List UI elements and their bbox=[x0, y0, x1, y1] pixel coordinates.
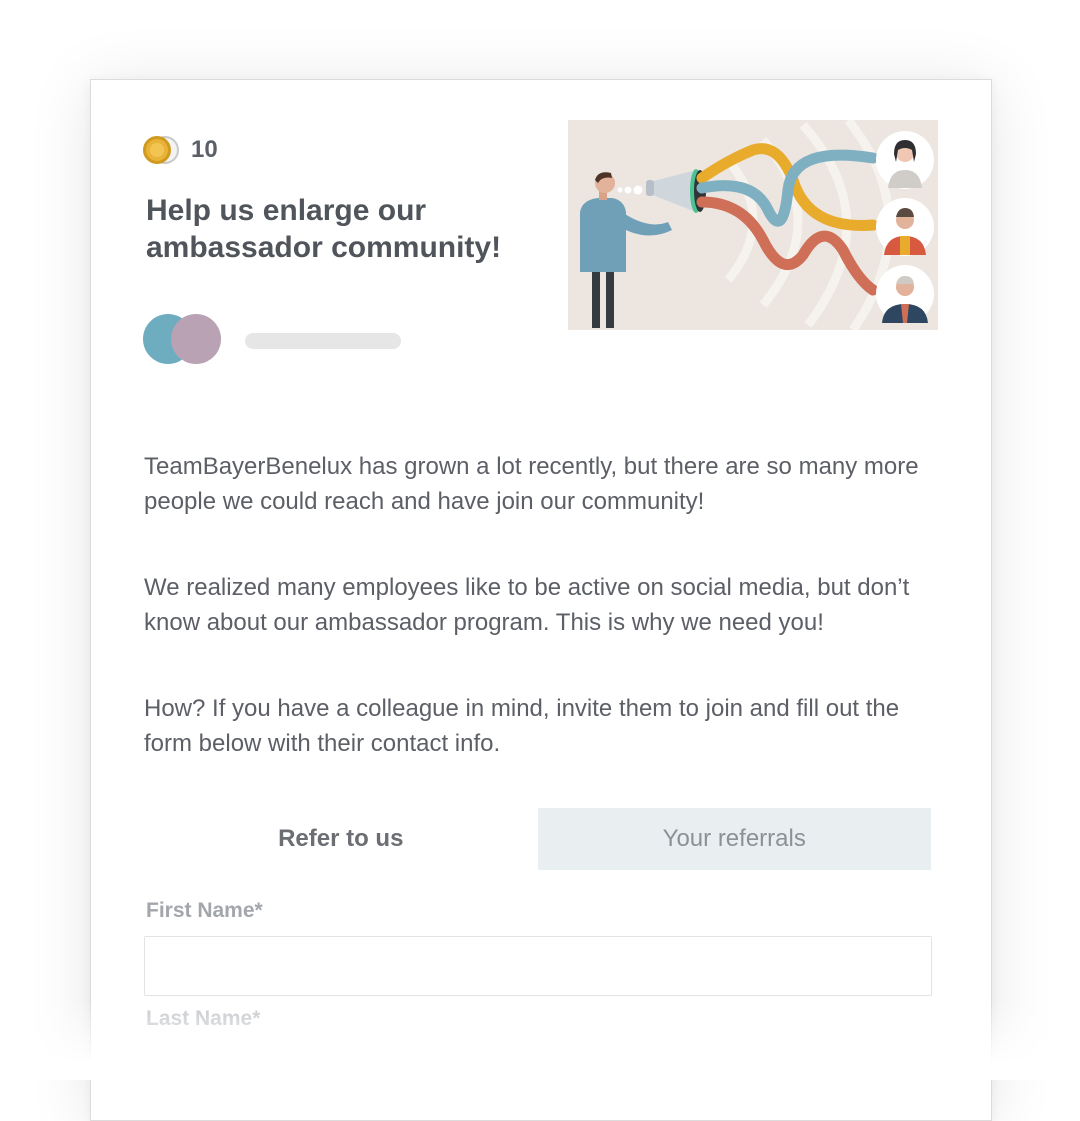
first-name-label: First Name* bbox=[146, 899, 263, 922]
points-indicator: 10 bbox=[143, 134, 218, 166]
loading-placeholder bbox=[245, 333, 401, 349]
first-name-field[interactable] bbox=[144, 936, 932, 996]
participant-avatars bbox=[143, 314, 223, 364]
intro-paragraph: TeamBayerBenelux has grown a lot recentl… bbox=[144, 453, 919, 515]
page-title: Help us enlarge our ambassador community… bbox=[146, 194, 502, 264]
last-name-label: Last Name* bbox=[146, 1007, 261, 1030]
instructions-paragraph: How? If you have a colleague in mind, in… bbox=[144, 695, 900, 757]
tab-refer-to-us[interactable]: Refer to us bbox=[144, 808, 538, 870]
coin-icon bbox=[143, 134, 183, 166]
megaphone-illustration bbox=[568, 120, 938, 330]
reason-paragraph: We realized many employees like to be ac… bbox=[144, 574, 910, 636]
challenge-card: 10 Help us enlarge our ambassador commun… bbox=[90, 79, 992, 1121]
tab-your-referrals[interactable]: Your referrals bbox=[537, 808, 931, 870]
points-value: 10 bbox=[191, 136, 218, 163]
referral-tabs: Refer to us Your referrals bbox=[144, 808, 931, 870]
avatar bbox=[171, 314, 221, 364]
